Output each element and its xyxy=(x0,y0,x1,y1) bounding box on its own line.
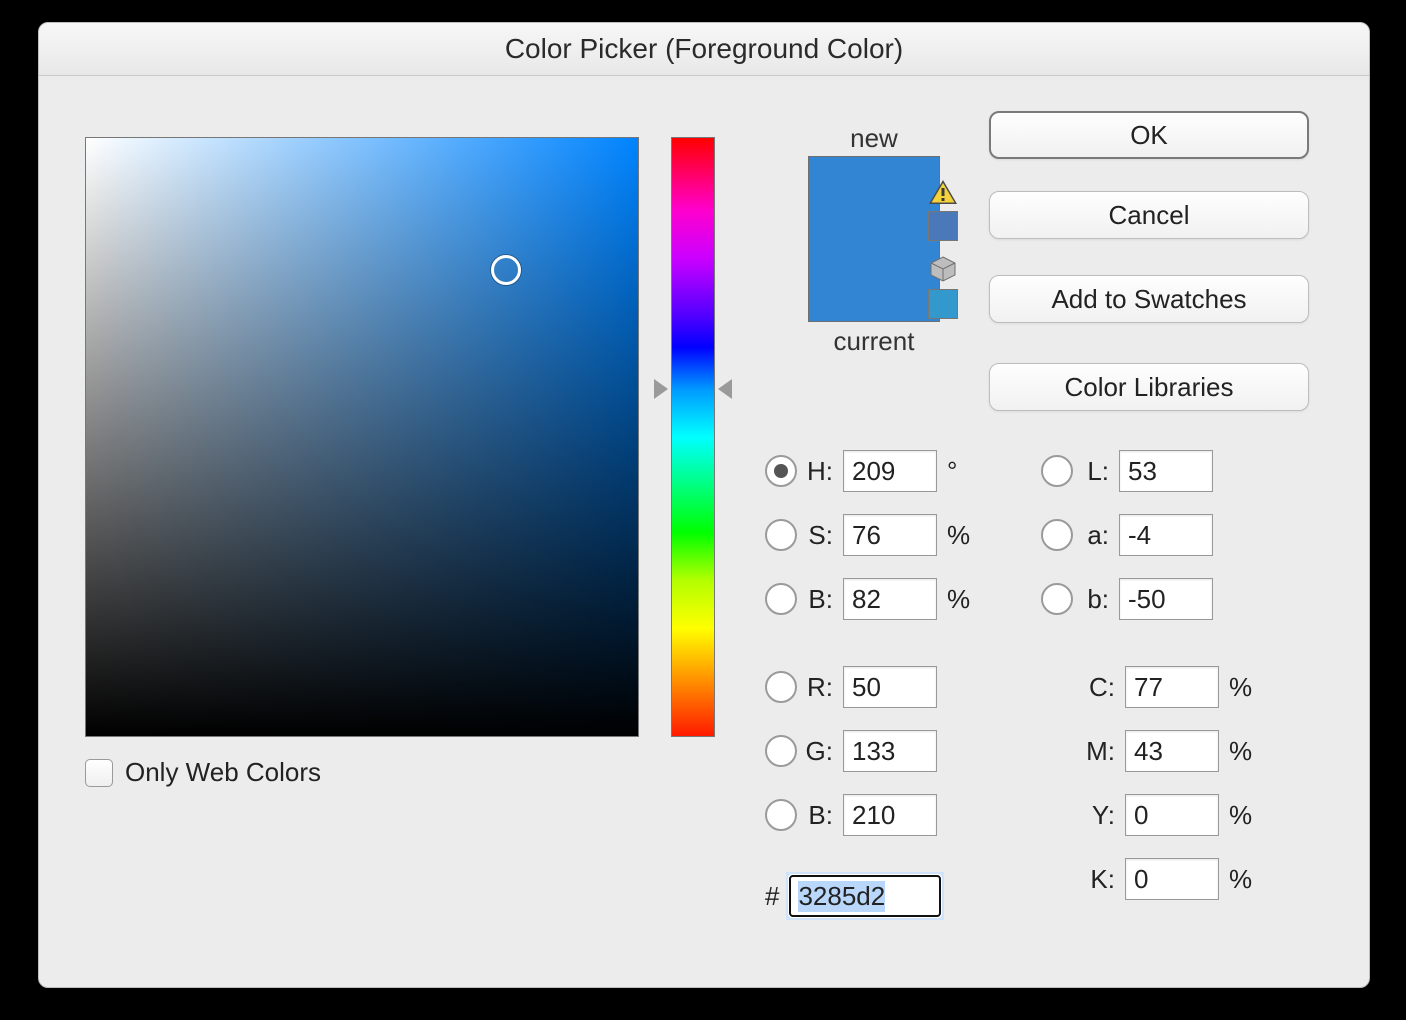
hue-input[interactable] xyxy=(843,450,937,492)
yellow-input[interactable] xyxy=(1125,794,1219,836)
magenta-input[interactable] xyxy=(1125,730,1219,772)
hue-unit: ° xyxy=(947,456,957,487)
cyan-input[interactable] xyxy=(1125,666,1219,708)
red-label: R: xyxy=(797,672,833,703)
websafe-warning-icon[interactable] xyxy=(923,255,963,283)
saturation-unit: % xyxy=(947,520,970,551)
black-k-label: K: xyxy=(1069,864,1115,895)
only-web-colors-checkbox[interactable] xyxy=(85,759,113,787)
red-input[interactable] xyxy=(843,666,937,708)
black-k-input[interactable] xyxy=(1125,858,1219,900)
only-web-colors-row: Only Web Colors xyxy=(85,757,321,788)
hex-input[interactable] xyxy=(789,875,941,917)
black-k-unit: % xyxy=(1229,864,1252,895)
hue-slider[interactable] xyxy=(671,137,715,737)
dialog-title: Color Picker (Foreground Color) xyxy=(39,23,1369,76)
new-color-label: new xyxy=(774,123,974,154)
hex-prefix-label: # xyxy=(765,881,779,912)
brightness-radio[interactable] xyxy=(765,583,797,615)
lab-l-radio[interactable] xyxy=(1041,455,1073,487)
lab-b-radio[interactable] xyxy=(1041,583,1073,615)
add-to-swatches-button[interactable]: Add to Swatches xyxy=(989,275,1309,323)
brightness-label: B: xyxy=(797,584,833,615)
lab-a-input[interactable] xyxy=(1119,514,1213,556)
ok-button[interactable]: OK xyxy=(989,111,1309,159)
websafe-warning-swatch[interactable] xyxy=(928,289,958,319)
color-picker-dialog: Color Picker (Foreground Color) new curr… xyxy=(38,22,1370,988)
blue-input[interactable] xyxy=(843,794,937,836)
magenta-label: M: xyxy=(1069,736,1115,767)
color-field[interactable] xyxy=(85,137,639,737)
color-libraries-button[interactable]: Color Libraries xyxy=(989,363,1309,411)
lab-b-input[interactable] xyxy=(1119,578,1213,620)
blue-radio[interactable] xyxy=(765,799,797,831)
lab-a-label: a: xyxy=(1073,520,1109,551)
hue-radio[interactable] xyxy=(765,455,797,487)
yellow-unit: % xyxy=(1229,800,1252,831)
green-input[interactable] xyxy=(843,730,937,772)
only-web-colors-label: Only Web Colors xyxy=(125,757,321,788)
gamut-warning-swatch[interactable] xyxy=(928,211,958,241)
cyan-unit: % xyxy=(1229,672,1252,703)
new-color-swatch[interactable] xyxy=(809,157,939,239)
green-radio[interactable] xyxy=(765,735,797,767)
color-preview-box xyxy=(808,156,940,322)
lab-a-radio[interactable] xyxy=(1041,519,1073,551)
yellow-label: Y: xyxy=(1069,800,1115,831)
current-color-swatch[interactable] xyxy=(809,239,939,321)
green-label: G: xyxy=(797,736,833,767)
magenta-unit: % xyxy=(1229,736,1252,767)
cancel-button[interactable]: Cancel xyxy=(989,191,1309,239)
red-radio[interactable] xyxy=(765,671,797,703)
color-field-cursor-icon xyxy=(491,255,521,285)
lab-l-label: L: xyxy=(1073,456,1109,487)
saturation-radio[interactable] xyxy=(765,519,797,551)
saturation-label: S: xyxy=(797,520,833,551)
hex-row: # xyxy=(765,875,941,917)
brightness-input[interactable] xyxy=(843,578,937,620)
lab-b-label: b: xyxy=(1073,584,1109,615)
cyan-label: C: xyxy=(1069,672,1115,703)
brightness-unit: % xyxy=(947,584,970,615)
saturation-input[interactable] xyxy=(843,514,937,556)
gamut-warning-icon[interactable] xyxy=(923,179,963,205)
hue-label: H: xyxy=(797,456,833,487)
blue-label: B: xyxy=(797,800,833,831)
lab-l-input[interactable] xyxy=(1119,450,1213,492)
